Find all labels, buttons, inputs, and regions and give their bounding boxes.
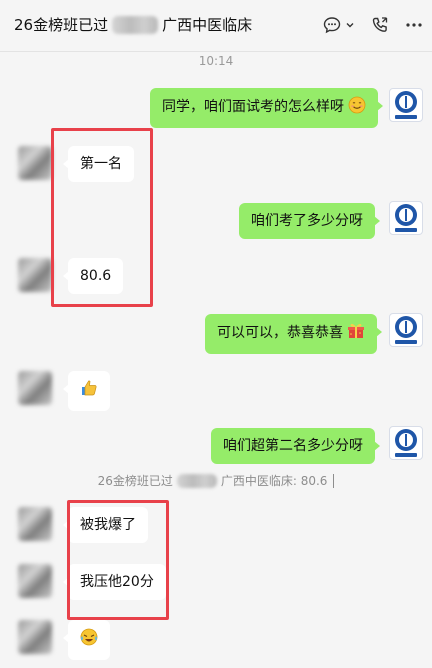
- message-text: 80.6: [80, 268, 112, 284]
- redacted-name: [176, 474, 217, 488]
- message-text: 被我爆了: [80, 517, 136, 533]
- smile-emoji-icon: [348, 96, 366, 120]
- incoming-message[interactable]: [63, 620, 110, 660]
- chat-bubble-icon[interactable]: [322, 14, 342, 36]
- chevron-down-icon[interactable]: [344, 14, 356, 36]
- my-avatar[interactable]: [389, 201, 423, 235]
- quote-prefix: 26金榜班已过: [97, 474, 173, 488]
- contact-avatar[interactable]: [18, 258, 52, 292]
- incoming-message[interactable]: 第一名: [63, 146, 134, 182]
- contact-avatar[interactable]: [18, 620, 52, 654]
- outgoing-message[interactable]: 同学，咱们面试考的怎么样呀: [150, 88, 384, 128]
- quote-suffix: 广西中医临床: 80.6: [220, 474, 328, 488]
- my-avatar[interactable]: [389, 426, 423, 460]
- chat-title-prefix: 26金榜班已过: [14, 16, 109, 34]
- logo-emblem-icon: [395, 204, 417, 226]
- message-text: 我压他20分: [80, 574, 154, 590]
- message-text: 第一名: [80, 156, 122, 172]
- message-text: 咱们超第二名多少分呀: [223, 438, 363, 454]
- logo-emblem-icon: [395, 429, 417, 451]
- incoming-message[interactable]: 80.6: [62, 258, 124, 294]
- quoted-message-note[interactable]: 26金榜班已过 广西中医临床: 80.6: [0, 473, 432, 489]
- my-avatar[interactable]: [389, 313, 423, 347]
- message-text: 可以可以，恭喜恭喜: [217, 325, 343, 341]
- incoming-message[interactable]: 被我爆了: [63, 507, 148, 543]
- contact-avatar[interactable]: [18, 146, 52, 180]
- incoming-message[interactable]: [63, 371, 110, 411]
- chat-header: 26金榜班已过 广西中医临床: [0, 0, 432, 52]
- laughing-tears-emoji-icon: [79, 627, 99, 653]
- thumbs-up-emoji-icon: [79, 378, 99, 404]
- logo-emblem-icon: [395, 316, 417, 338]
- message-timestamp: 10:14: [198, 54, 234, 68]
- contact-avatar[interactable]: [18, 564, 52, 598]
- gift-emoji-icon: [347, 322, 365, 346]
- message-text: 咱们考了多少分呀: [251, 213, 363, 229]
- outgoing-message[interactable]: 可以可以，恭喜恭喜: [205, 314, 383, 354]
- outgoing-message[interactable]: 咱们考了多少分呀: [239, 203, 380, 239]
- incoming-message[interactable]: 我压他20分: [63, 564, 166, 600]
- outgoing-message[interactable]: 咱们超第二名多少分呀: [211, 428, 380, 464]
- chat-title-suffix: 广西中医临床: [162, 16, 253, 34]
- my-avatar[interactable]: [389, 88, 423, 122]
- message-text: 同学，咱们面试考的怎么样呀: [162, 99, 344, 115]
- phone-icon[interactable]: [370, 14, 390, 36]
- contact-avatar[interactable]: [18, 507, 52, 541]
- more-icon[interactable]: [404, 14, 424, 36]
- logo-emblem-icon: [395, 91, 417, 113]
- chat-title: 26金榜班已过 广西中医临床: [14, 15, 252, 35]
- contact-avatar[interactable]: [18, 371, 52, 405]
- redacted-name: [112, 16, 159, 34]
